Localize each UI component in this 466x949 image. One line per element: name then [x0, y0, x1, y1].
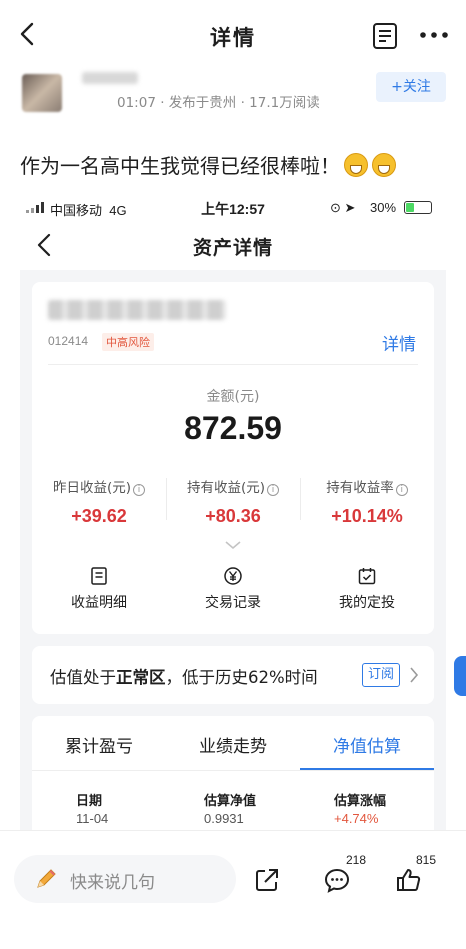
stat-value: +39.62 — [71, 506, 127, 526]
table-col-nav: 估算净值 0.9931 — [204, 794, 257, 826]
detail-link[interactable]: 详情 — [382, 330, 416, 355]
like-count: 815 — [416, 853, 437, 867]
info-icon[interactable]: i — [267, 484, 280, 496]
document-icon[interactable] — [372, 22, 398, 50]
info-icon[interactable]: i — [395, 484, 408, 496]
post-meta: 01:07 · 发布于贵州 · 17.1万阅读 — [117, 95, 320, 111]
grin-emoji-icon — [344, 153, 368, 177]
more-icon[interactable] — [418, 28, 450, 42]
comment-icon[interactable] — [324, 867, 350, 893]
floating-edge-tab[interactable] — [454, 656, 466, 696]
grin-emoji-icon — [372, 153, 396, 177]
author-name-blurred — [82, 72, 138, 84]
divider — [48, 364, 418, 365]
calendar-icon — [358, 568, 376, 585]
stat-value: +80.36 — [205, 506, 261, 526]
action-trade-records[interactable]: 交易记录 — [166, 566, 300, 612]
table-col-date: 日期 11-04 — [76, 794, 109, 826]
risk-badge: 中高风险 — [102, 333, 154, 351]
table-col-change: 估算涨幅 +4.74% — [334, 794, 387, 826]
top-nav: 详情 — [0, 0, 466, 72]
tab-cumulative-pnl[interactable]: 累计盈亏 — [32, 732, 166, 757]
stat-value: +10.14% — [331, 506, 403, 526]
post-text-body: 作为一名高中生我觉得已经很棒啦！ — [20, 154, 340, 178]
divider — [32, 770, 434, 771]
fund-code: 012414 — [48, 334, 89, 348]
valuation-card[interactable]: 估值处于正常区，低于历史62%时间 订阅 — [32, 646, 434, 704]
status-bar: 中国移动 4G 上午12:57 ⊙ ➤ 30% — [0, 190, 466, 224]
info-icon[interactable]: i — [133, 484, 146, 496]
battery-icon — [404, 201, 432, 214]
tab-performance[interactable]: 业绩走势 — [166, 732, 300, 757]
action-my-auto-invest[interactable]: 我的定投 — [300, 566, 434, 612]
post-text: 作为一名高中生我觉得已经很棒啦！ — [20, 150, 396, 179]
share-icon[interactable] — [254, 867, 280, 893]
stat-rate: 持有收益率 i +10.14% — [300, 476, 434, 527]
asset-card: 012414 中高风险 详情 金额(元) 872.59 昨日收益(元) i +39… — [32, 282, 434, 634]
like-icon[interactable] — [396, 867, 422, 893]
tab-nav-estimate[interactable]: 净值估算 — [300, 732, 434, 757]
status-time: 上午12:57 — [201, 201, 265, 217]
stat-holding: 持有收益(元) i +80.36 — [166, 476, 300, 527]
tabs-card: 累计盈亏 业绩走势 净值估算 日期 11-04 估算净值 0.9931 估算涨幅… — [32, 716, 434, 830]
subscribe-button[interactable]: 订阅 — [362, 663, 400, 687]
chevron-right-icon[interactable] — [409, 666, 419, 684]
embedded-screenshot: 中国移动 4G 上午12:57 ⊙ ➤ 30% 资产详情 012414 中高风险… — [0, 190, 466, 830]
follow-button[interactable]: +关注 — [376, 72, 446, 102]
location-icon: ⊙ ➤ — [330, 200, 356, 215]
comment-placeholder: 快来说几句 — [70, 873, 155, 893]
avatar[interactable] — [22, 74, 62, 112]
yen-icon — [224, 567, 242, 585]
amount-label: 金额(元) — [206, 389, 260, 405]
comment-input[interactable]: 快来说几句 — [14, 855, 236, 903]
inner-title: 资产详情 — [192, 237, 273, 259]
active-tab-indicator — [300, 768, 434, 770]
pencil-icon — [37, 869, 56, 888]
author-row: 01:07 · 发布于贵州 · 17.1万阅读 +关注 — [0, 66, 466, 122]
stat-yesterday: 昨日收益(元) i +39.62 — [32, 476, 166, 527]
amount-value: 872.59 — [184, 410, 282, 446]
comment-count: 218 — [346, 853, 367, 867]
inner-nav: 资产详情 — [0, 224, 466, 268]
receipt-icon — [91, 567, 107, 585]
fund-name-blurred — [48, 300, 226, 320]
bottom-bar: 快来说几句 218 815 — [0, 830, 466, 949]
battery-percent: 30% — [370, 200, 397, 215]
valuation-text: 估值处于正常区，低于历史62%时间 — [50, 668, 318, 687]
chevron-down-icon[interactable] — [224, 540, 242, 550]
action-income-detail[interactable]: 收益明细 — [32, 566, 166, 612]
